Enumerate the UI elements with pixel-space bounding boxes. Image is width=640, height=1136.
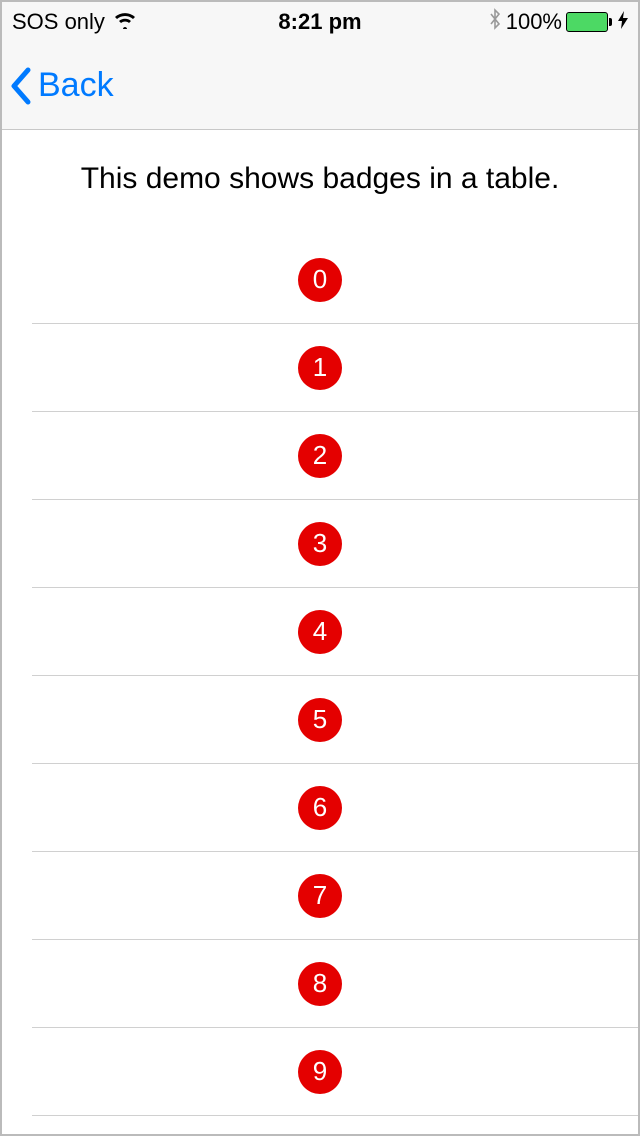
status-time: 8:21 pm (278, 9, 361, 35)
content: This demo shows badges in a table. 0 1 2 3 4… (2, 130, 638, 1116)
badge: 9 (298, 1050, 342, 1094)
badge: 3 (298, 522, 342, 566)
bluetooth-icon (488, 8, 502, 36)
badge: 4 (298, 610, 342, 654)
table-row[interactable]: 9 (32, 1028, 638, 1116)
table-row[interactable]: 2 (32, 412, 638, 500)
badge: 6 (298, 786, 342, 830)
chevron-left-icon (10, 66, 34, 106)
badge: 0 (298, 258, 342, 302)
badge: 7 (298, 874, 342, 918)
table-row[interactable]: 3 (32, 500, 638, 588)
table-row[interactable]: 8 (32, 940, 638, 1028)
wifi-icon (113, 9, 137, 35)
status-right: 100% (488, 8, 628, 36)
back-button[interactable]: Back (10, 66, 114, 106)
carrier-text: SOS only (12, 9, 105, 35)
badge: 8 (298, 962, 342, 1006)
table-row[interactable]: 7 (32, 852, 638, 940)
table-row[interactable]: 5 (32, 676, 638, 764)
status-bar: SOS only 8:21 pm 100% (2, 2, 638, 42)
status-left: SOS only (12, 9, 137, 35)
badge: 1 (298, 346, 342, 390)
navigation-bar: Back (2, 42, 638, 130)
table-row[interactable]: 1 (32, 324, 638, 412)
table-row[interactable]: 6 (32, 764, 638, 852)
battery-percent: 100% (506, 9, 562, 35)
table-row[interactable]: 0 (32, 236, 638, 324)
battery-icon (566, 12, 612, 32)
back-label: Back (38, 66, 114, 105)
table[interactable]: 0 1 2 3 4 5 6 7 8 9 (2, 236, 638, 1116)
charging-icon (618, 11, 628, 34)
page-title: This demo shows badges in a table. (2, 130, 638, 236)
badge: 2 (298, 434, 342, 478)
badge: 5 (298, 698, 342, 742)
table-row[interactable]: 4 (32, 588, 638, 676)
